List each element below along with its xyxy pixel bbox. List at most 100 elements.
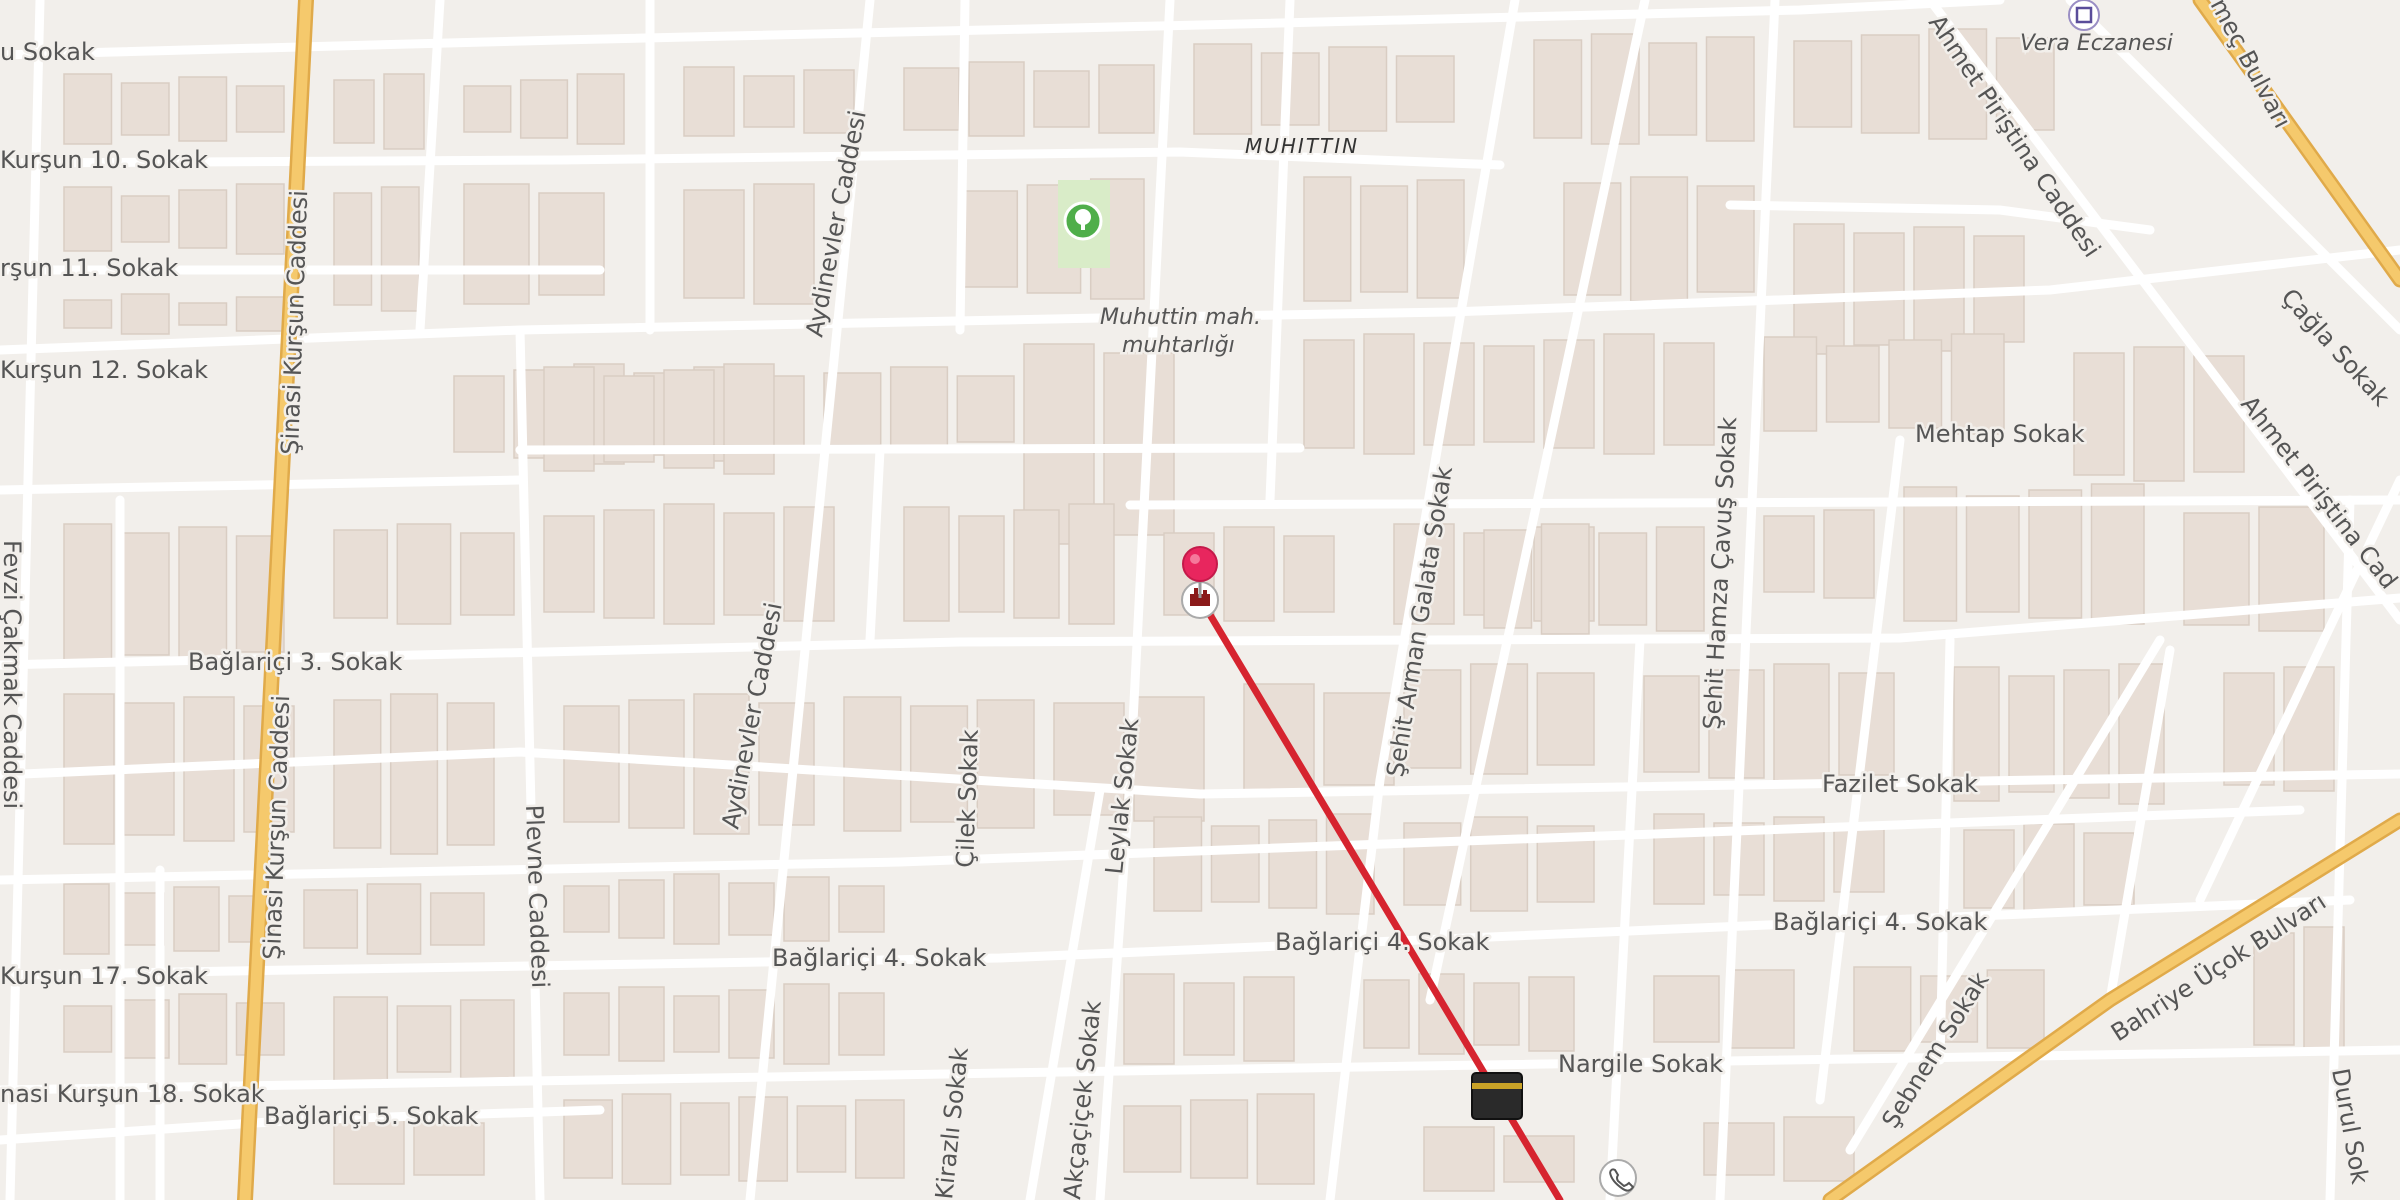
street-label: Kurşun 12. Sokak — [0, 356, 208, 384]
building — [679, 1102, 730, 1176]
building — [1986, 969, 2045, 1049]
building — [1123, 1105, 1182, 1173]
building — [235, 296, 285, 332]
building — [1533, 39, 1583, 139]
building — [1223, 526, 1275, 622]
building — [618, 986, 665, 1062]
building — [63, 1005, 113, 1053]
tree-icon-trunk — [1081, 221, 1085, 230]
building — [2023, 823, 2075, 915]
building — [956, 375, 1015, 443]
building — [1183, 982, 1235, 1056]
park-poi[interactable] — [1063, 201, 1103, 241]
kaaba-icon-band — [1472, 1083, 1522, 1089]
building — [120, 195, 170, 243]
street-label: Bağlariçi 5. Sokak — [264, 1102, 478, 1130]
street-label: Bağlariçi 4. Sokak — [1773, 908, 1987, 936]
building — [1705, 36, 1755, 142]
building — [446, 702, 495, 846]
building — [519, 79, 569, 139]
building — [178, 526, 228, 662]
building — [1853, 232, 1905, 346]
building — [2008, 675, 2055, 793]
building — [1363, 333, 1415, 455]
building — [178, 189, 228, 249]
building — [1283, 535, 1335, 613]
building — [1363, 979, 1410, 1049]
building — [1643, 675, 1700, 773]
street-label: u Sokak — [0, 38, 95, 66]
building — [563, 992, 610, 1056]
building — [459, 532, 515, 616]
museum-icon-tower — [1194, 588, 1198, 594]
building — [1629, 176, 1689, 302]
location-pin-icon[interactable] — [1182, 546, 1218, 582]
building — [683, 189, 745, 299]
building — [453, 375, 505, 453]
building — [958, 515, 1005, 613]
building — [1473, 982, 1520, 1046]
phone-poi[interactable] — [1599, 1159, 1637, 1197]
building — [889, 366, 949, 452]
building — [1153, 816, 1203, 912]
building — [1653, 975, 1720, 1043]
building — [543, 515, 595, 613]
district-label: MUHITTIN — [1245, 134, 1359, 158]
street-label: Fevzi Çakmak Caddesi — [0, 540, 26, 809]
building — [838, 992, 885, 1056]
building — [396, 1005, 452, 1073]
building — [1423, 1126, 1495, 1192]
pharmacy-icon[interactable] — [2068, 0, 2100, 31]
building — [1013, 509, 1060, 619]
building — [366, 883, 422, 955]
building — [728, 882, 775, 936]
destination-poi[interactable] — [1471, 1072, 1523, 1120]
kaaba-icon[interactable] — [1471, 1072, 1523, 1120]
building — [723, 363, 775, 475]
street-label: Kurşun 17. Sokak — [0, 962, 208, 990]
building — [459, 999, 515, 1079]
building — [1783, 1116, 1855, 1182]
building — [1728, 969, 1795, 1049]
building — [1256, 1093, 1315, 1185]
street-label: Bağlariçi 4. Sokak — [1275, 928, 1489, 956]
building — [753, 183, 815, 305]
building — [1823, 509, 1875, 599]
map-canvas[interactable]: u Sokak Kurşun 10. Sokak rşun 11. Sokak … — [0, 0, 2400, 1200]
building — [1773, 663, 1830, 785]
building — [389, 693, 439, 855]
building — [903, 506, 950, 622]
museum-icon-tower — [1203, 590, 1207, 594]
building — [235, 85, 285, 133]
building — [178, 76, 228, 142]
building — [1965, 495, 2020, 613]
street-label: Kurşun 10. Sokak — [0, 146, 208, 174]
building — [603, 509, 655, 619]
building — [463, 85, 512, 133]
building — [178, 302, 228, 326]
street-label: Fazilet Sokak — [1822, 770, 1978, 798]
building — [1653, 813, 1705, 905]
poi-label: Muhuttin mah. — [1100, 305, 1261, 330]
building — [333, 996, 389, 1082]
building — [1359, 185, 1409, 293]
building — [1189, 1099, 1249, 1179]
building — [178, 993, 228, 1065]
building — [1303, 339, 1355, 449]
building — [1328, 46, 1388, 132]
building — [333, 529, 389, 619]
building — [1210, 825, 1260, 903]
street-label: Nargile Sokak — [1558, 1050, 1723, 1078]
building — [783, 876, 830, 942]
building — [1793, 223, 1845, 355]
building — [903, 67, 960, 131]
building — [1303, 176, 1352, 302]
building — [63, 186, 113, 252]
building — [383, 73, 425, 150]
building — [2073, 352, 2125, 476]
building — [429, 892, 485, 946]
building — [1888, 339, 1943, 429]
building — [2028, 489, 2083, 619]
building — [1598, 532, 1648, 626]
building — [1098, 64, 1155, 134]
